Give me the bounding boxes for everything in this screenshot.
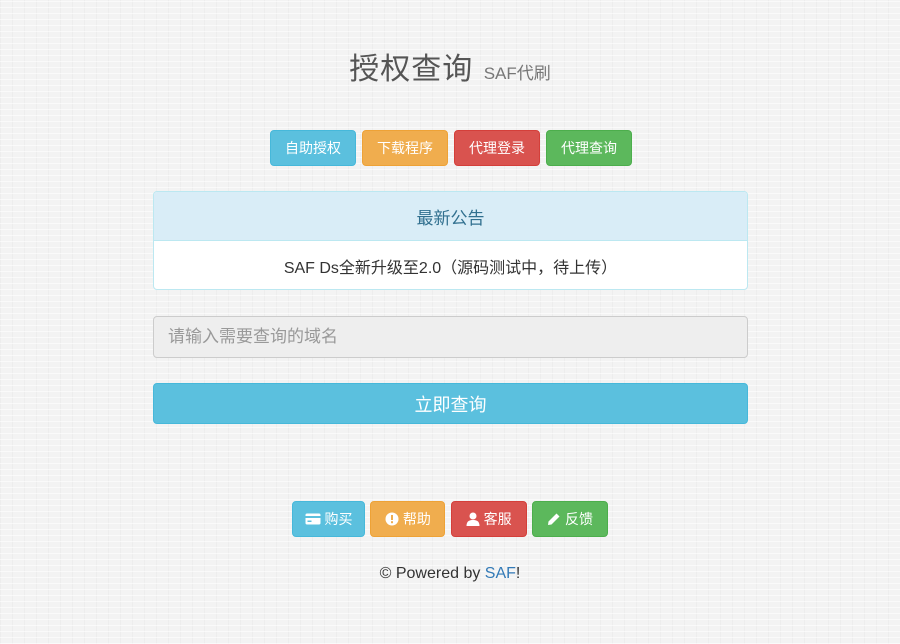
page-header: 授权查询 SAF代刷 bbox=[0, 44, 900, 88]
announcement-heading: 最新公告 bbox=[154, 192, 747, 241]
page-subtitle: SAF代刷 bbox=[483, 64, 551, 83]
feedback-label: 反馈 bbox=[564, 511, 593, 527]
domain-search-input[interactable] bbox=[153, 316, 748, 358]
user-icon bbox=[466, 512, 480, 526]
buy-button[interactable]: 购买 bbox=[292, 501, 365, 537]
customer-service-label: 客服 bbox=[483, 511, 512, 527]
agent-login-button[interactable]: 代理登录 bbox=[454, 130, 540, 166]
announcement-panel: 最新公告 SAF Ds全新升级至2.0（源码测试中，待上传） bbox=[153, 191, 748, 290]
download-program-button[interactable]: 下载程序 bbox=[362, 130, 448, 166]
customer-service-button[interactable]: 客服 bbox=[450, 501, 527, 537]
help-label: 帮助 bbox=[402, 511, 431, 527]
credit-card-icon bbox=[305, 513, 321, 525]
footer-buttons: 购买 帮助 客服 反馈 bbox=[292, 501, 608, 537]
saf-link[interactable]: SAF bbox=[485, 565, 516, 582]
query-submit-button[interactable]: 立即查询 bbox=[153, 383, 748, 424]
powered-suffix: ! bbox=[515, 565, 521, 582]
buy-label: 购买 bbox=[324, 511, 353, 527]
self-authorize-button[interactable]: 自助授权 bbox=[270, 130, 356, 166]
exclamation-circle-icon bbox=[385, 512, 399, 526]
agent-query-button[interactable]: 代理查询 bbox=[546, 130, 632, 166]
powered-by: © Powered by SAF! bbox=[0, 565, 900, 583]
nav-buttons: 自助授权 下载程序 代理登录 代理查询 bbox=[270, 130, 632, 166]
powered-prefix: © Powered by bbox=[379, 565, 485, 582]
help-button[interactable]: 帮助 bbox=[370, 501, 446, 537]
page-title: 授权查询 bbox=[349, 53, 474, 86]
pencil-icon bbox=[547, 512, 561, 526]
feedback-button[interactable]: 反馈 bbox=[531, 501, 608, 537]
announcement-body: SAF Ds全新升级至2.0（源码测试中，待上传） bbox=[283, 260, 618, 277]
